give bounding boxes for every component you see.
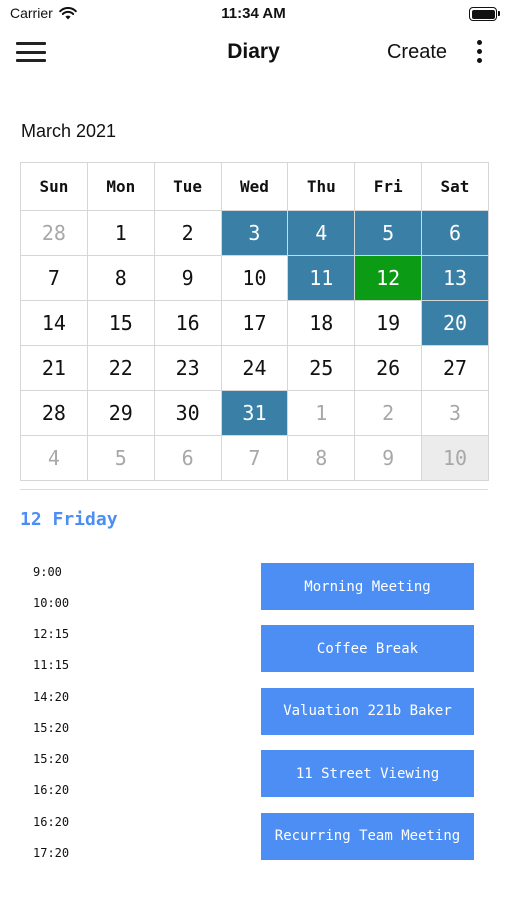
event-start-time: 16:20: [33, 814, 70, 829]
calendar-day-cell[interactable]: 15: [86, 300, 155, 346]
event-card[interactable]: Recurring Team Meeting: [261, 812, 474, 860]
calendar-day-cell[interactable]: 9: [354, 435, 423, 481]
calendar-day-cell[interactable]: 30: [153, 390, 222, 436]
calendar-day-cell[interactable]: 10: [421, 435, 489, 481]
battery-icon: [469, 7, 500, 21]
create-button[interactable]: Create: [387, 41, 447, 64]
calendar-week-row: 14 15 16 17 18 19 20: [20, 300, 489, 346]
event-card[interactable]: 11 Street Viewing: [261, 750, 474, 798]
calendar-day-cell[interactable]: 1: [287, 390, 356, 436]
divider: [20, 489, 488, 490]
calendar-day-cell[interactable]: 6: [153, 435, 222, 481]
calendar-day-cell[interactable]: 16: [153, 300, 222, 346]
battery-level: [471, 9, 495, 19]
event-start-time: 9:00: [33, 565, 62, 579]
calendar-day-cell[interactable]: 31: [220, 390, 289, 436]
calendar-day-cell[interactable]: 22: [86, 345, 155, 391]
calendar-day-cell[interactable]: 2: [354, 390, 423, 436]
calendar-day-cell[interactable]: 21: [20, 345, 88, 391]
calendar-day-cell[interactable]: 5: [86, 435, 155, 481]
weekday-fri: Fri: [354, 162, 423, 211]
calendar-day-cell[interactable]: 7: [20, 255, 88, 301]
weekday-wed: Wed: [220, 162, 289, 211]
calendar-day-cell[interactable]: 17: [220, 300, 289, 346]
status-bar: Carrier 11:34 AM: [0, 0, 507, 28]
calendar-day-cell[interactable]: 7: [220, 435, 289, 481]
calendar-day-cell[interactable]: 18: [287, 300, 356, 346]
month-label: March 2021: [21, 121, 117, 141]
calendar-day-cell[interactable]: 4: [287, 210, 356, 256]
calendar-week-row: 28 29 30 31 1 2 3: [20, 390, 489, 436]
calendar-week-row: 28 1 2 3 4 5 6: [20, 210, 489, 256]
calendar-day-cell[interactable]: 19: [354, 300, 423, 346]
hamburger-menu-icon[interactable]: [16, 42, 46, 64]
calendar-day-cell[interactable]: 11: [287, 255, 356, 301]
status-time: 11:34 AM: [221, 5, 286, 22]
calendar-day-cell[interactable]: 6: [421, 210, 489, 256]
calendar-day-cell[interactable]: 25: [287, 345, 356, 391]
calendar-day-cell[interactable]: 5: [354, 210, 423, 256]
calendar-week-row: 7 8 9 10 11 12 13: [20, 255, 489, 301]
event-card[interactable]: Valuation 221b Baker: [261, 687, 474, 735]
calendar-grid: Sun Mon Tue Wed Thu Fri Sat 28 1 2 3 4 5 6 7 8 9 10 11 12 1…: [20, 162, 489, 481]
event-end-time: 15:20: [33, 720, 70, 735]
more-options-icon[interactable]: [475, 40, 483, 66]
calendar-day-cell[interactable]: 14: [20, 300, 88, 346]
event-end-time: 16:20: [33, 783, 70, 798]
weekday-mon: Mon: [86, 162, 155, 211]
calendar-day-cell[interactable]: 28: [20, 210, 88, 256]
calendar-day-cell[interactable]: 13: [421, 255, 489, 301]
calendar-day-cell[interactable]: 26: [354, 345, 423, 391]
calendar-day-cell[interactable]: 29: [86, 390, 155, 436]
event-start-time: 14:20: [33, 689, 70, 704]
calendar-day-cell[interactable]: 2: [153, 210, 222, 256]
weekday-header-row: Sun Mon Tue Wed Thu Fri Sat: [20, 162, 489, 211]
calendar-day-cell[interactable]: 28: [20, 390, 88, 436]
calendar-day-cell[interactable]: 23: [153, 345, 222, 391]
event-end-time: 10:00: [33, 596, 70, 610]
calendar-day-cell[interactable]: 24: [220, 345, 289, 391]
calendar-day-cell[interactable]: 1: [86, 210, 155, 256]
selected-day-heading: 12 Friday: [20, 509, 118, 530]
calendar-day-cell[interactable]: 4: [20, 435, 88, 481]
calendar-day-cell[interactable]: 12: [354, 255, 423, 301]
calendar-day-cell[interactable]: 27: [421, 345, 489, 391]
weekday-thu: Thu: [287, 162, 356, 211]
weekday-tue: Tue: [153, 162, 222, 211]
calendar-day-cell[interactable]: 3: [421, 390, 489, 436]
calendar-day-cell[interactable]: 3: [220, 210, 289, 256]
calendar-week-row: 21 22 23 24 25 26 27: [20, 345, 489, 391]
event-end-time: 17:20: [33, 845, 70, 860]
event-card[interactable]: Morning Meeting: [261, 563, 474, 610]
event-start-time: 12:15: [33, 627, 70, 642]
calendar-day-cell[interactable]: 8: [287, 435, 356, 481]
calendar-week-row: 4 5 6 7 8 9 10: [20, 435, 489, 481]
weekday-sun: Sun: [20, 162, 88, 211]
calendar-day-cell[interactable]: 20: [421, 300, 489, 346]
event-card[interactable]: Coffee Break: [261, 625, 474, 673]
event-end-time: 11:15: [33, 658, 70, 673]
calendar-body: 28 1 2 3 4 5 6 7 8 9 10 11 12 13 14 15 16 17 18 19 20 21 22 23 2…: [20, 210, 489, 481]
calendar-day-cell[interactable]: 9: [153, 255, 222, 301]
event-start-time: 15:20: [33, 752, 70, 767]
calendar-day-cell[interactable]: 10: [220, 255, 289, 301]
calendar-day-cell[interactable]: 8: [86, 255, 155, 301]
navigation-bar: Diary Create: [0, 28, 507, 78]
weekday-sat: Sat: [421, 162, 489, 211]
